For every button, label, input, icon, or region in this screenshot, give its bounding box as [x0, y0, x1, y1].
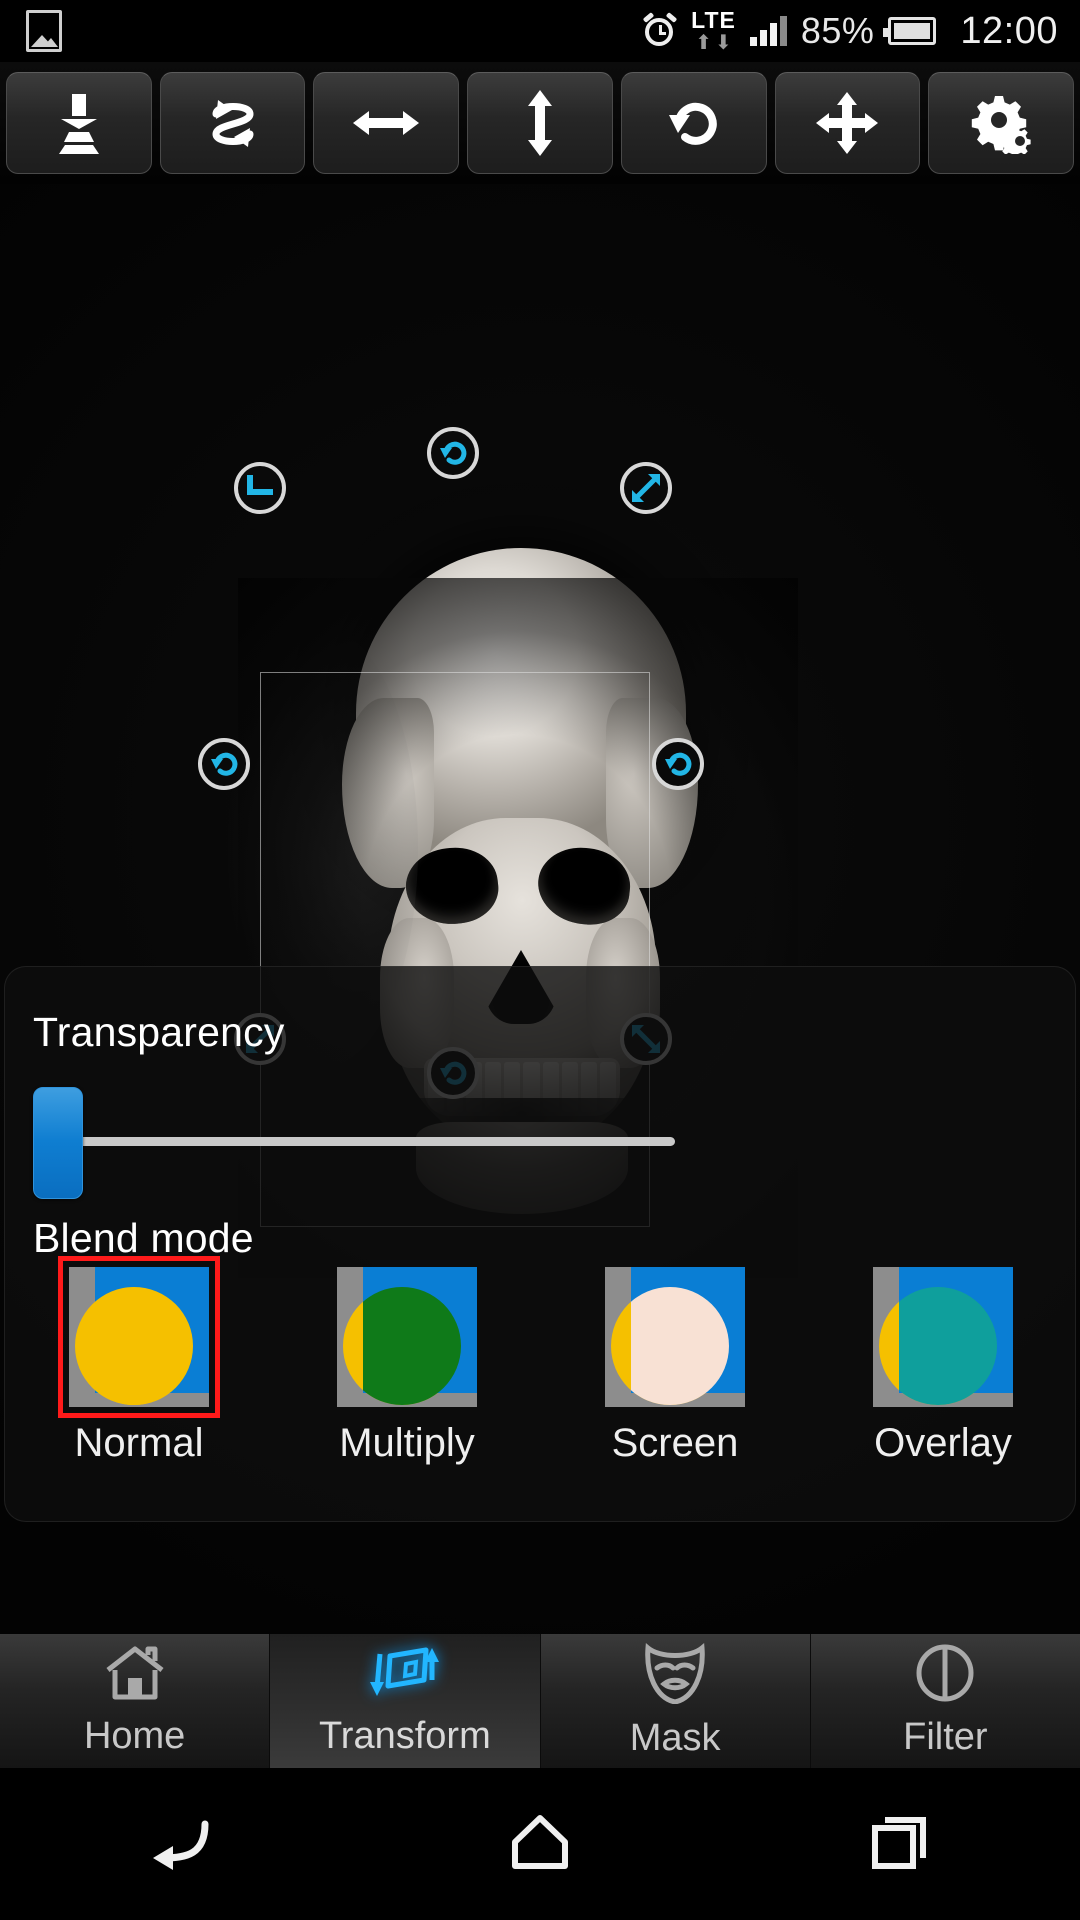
back-arrow-icon — [147, 1814, 213, 1875]
slider-thumb[interactable] — [33, 1087, 83, 1199]
transparency-slider[interactable] — [33, 1087, 675, 1199]
back-button[interactable] — [0, 1814, 360, 1875]
blend-thumbnail — [337, 1267, 477, 1407]
blend-thumbnail — [605, 1267, 745, 1407]
blend-mode-name: Screen — [611, 1421, 739, 1465]
nav-item-filter[interactable]: Filter — [810, 1634, 1080, 1768]
rotate-handle-left[interactable] — [198, 738, 250, 790]
transparency-label: Transparency — [33, 1009, 285, 1055]
nav-item-home[interactable]: Home — [0, 1634, 271, 1768]
rotate-ccw-icon — [663, 93, 725, 153]
flatten-layers-icon — [49, 92, 109, 154]
data-transfer-arrows-icon: ⬆ ⬇ — [695, 32, 732, 54]
blend-mode-option-overlay[interactable]: Overlay — [809, 1267, 1077, 1466]
move-button[interactable] — [774, 72, 921, 174]
swap-layers-button[interactable] — [159, 72, 306, 174]
status-bar-right: LTE ⬆ ⬇ 85% 12:00 — [642, 7, 1080, 54]
arrow-left-right-icon — [353, 103, 420, 143]
blend-thumbnail — [873, 1267, 1013, 1407]
network-label: LTE — [691, 7, 736, 33]
nav-label: Filter — [903, 1716, 988, 1758]
clock-label: 12:00 — [960, 9, 1058, 52]
contrast-icon — [915, 1643, 975, 1708]
blend-mode-option-multiply[interactable]: Multiply — [273, 1267, 541, 1466]
blend-mode-name: Overlay — [874, 1421, 1012, 1465]
network-type: LTE ⬆ ⬇ — [691, 7, 736, 54]
transform-icon — [369, 1644, 440, 1707]
corner-handle-top-left[interactable] — [234, 462, 286, 514]
rotate-ccw-icon — [438, 439, 468, 467]
mask-icon — [642, 1642, 708, 1709]
home-outline-icon — [511, 1814, 569, 1875]
blend-mode-label: Blend mode — [33, 1215, 254, 1261]
flip-horizontal-button[interactable] — [313, 72, 460, 174]
move-four-arrows-icon — [816, 92, 879, 154]
blend-mode-name: Normal — [74, 1421, 204, 1465]
signal-bars-icon — [749, 16, 787, 46]
rotate-handle-top[interactable] — [427, 427, 479, 479]
rotate-button[interactable] — [620, 72, 767, 174]
android-navigation-bar — [0, 1768, 1080, 1920]
status-bar-left — [0, 10, 62, 52]
nav-item-transform[interactable]: Transform — [270, 1634, 541, 1768]
app-screen: LTE ⬆ ⬇ 85% 12:00 Transparency Blend mod… — [0, 0, 1080, 1920]
gears-icon — [969, 92, 1033, 154]
battery-percent-label: 85% — [800, 10, 875, 51]
diagonal-resize-icon — [632, 474, 660, 502]
nav-label: Mask — [629, 1717, 721, 1759]
blend-thumbnail — [58, 1256, 220, 1418]
recents-button[interactable] — [720, 1814, 1080, 1875]
crop-corner-icon — [247, 475, 273, 501]
top-toolbar — [0, 62, 1080, 184]
gallery-icon — [26, 10, 62, 52]
slider-track[interactable] — [51, 1137, 675, 1146]
home-icon — [104, 1644, 166, 1707]
alarm-icon — [642, 12, 678, 48]
layer-options-panel: Transparency Blend mode Normal Multiply … — [4, 966, 1077, 1920]
flatten-layers-button[interactable] — [6, 72, 152, 174]
bottom-navigation: Home Transform Mask Filter — [0, 1634, 1080, 1768]
nav-label: Transform — [319, 1715, 491, 1757]
nav-item-mask[interactable]: Mask — [540, 1634, 811, 1768]
rotate-ccw-icon — [663, 750, 693, 778]
rotate-ccw-icon — [209, 750, 239, 778]
blend-mode-option-screen[interactable]: Screen — [541, 1267, 809, 1466]
nav-label: Home — [83, 1715, 186, 1757]
flip-vertical-button[interactable] — [467, 72, 613, 174]
home-button[interactable] — [360, 1814, 720, 1875]
rotate-handle-right[interactable] — [652, 738, 704, 790]
blend-mode-name: Multiply — [339, 1421, 475, 1465]
blend-mode-option-normal[interactable]: Normal — [5, 1256, 273, 1466]
battery-icon — [883, 17, 937, 45]
recents-square-icon — [871, 1814, 929, 1875]
status-bar: LTE ⬆ ⬇ 85% 12:00 — [0, 0, 1080, 62]
arrow-up-down-icon — [520, 90, 560, 156]
scale-handle-top-right[interactable] — [620, 462, 672, 514]
swap-arrows-icon — [202, 92, 264, 154]
settings-button[interactable] — [928, 72, 1075, 174]
blend-mode-list: Normal Multiply Screen Overlay — [5, 1256, 1077, 1466]
